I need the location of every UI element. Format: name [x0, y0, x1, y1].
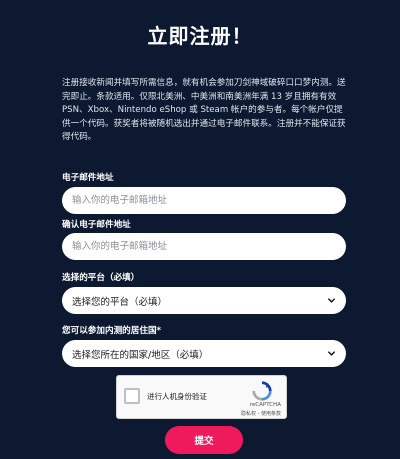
email-field[interactable] [62, 187, 346, 214]
platform-label: 选择的平台（必填） [62, 273, 140, 283]
recaptcha-links[interactable]: 隐私权 - 使用条款 [241, 410, 281, 417]
country-label: 您可以参加内测的居住国* [62, 326, 162, 336]
platform-select-value: 选择您的平台（必填） [72, 296, 168, 308]
email-label: 电子邮件地址 [62, 173, 114, 183]
page-title: 立即注册！ [147, 24, 253, 48]
platform-select[interactable]: 选择您的平台（必填） [62, 287, 346, 314]
confirm-email-label: 确认电子邮件地址 [62, 220, 131, 230]
signup-description: 注册接收新闻并填写所需信息，就有机会参加刀剑神域破碎口口梦内测。送完即止。条款适… [62, 78, 346, 142]
chevron-down-icon [328, 298, 335, 303]
submit-button[interactable]: 提交 [165, 426, 243, 454]
country-select[interactable]: 选择您所在的国家/地区（必填） [62, 340, 346, 367]
chevron-down-icon [328, 351, 335, 356]
recaptcha-text: 进行人机身份验证 [147, 392, 207, 401]
country-select-value: 选择您所在的国家/地区（必填） [72, 349, 209, 361]
recaptcha-brand: reCAPTCHA [249, 402, 281, 408]
recaptcha-checkbox[interactable] [124, 388, 140, 404]
recaptcha-logo-icon [252, 381, 272, 401]
confirm-email-field[interactable] [62, 233, 346, 260]
recaptcha-widget: 进行人机身份验证 reCAPTCHA 隐私权 - 使用条款 [116, 375, 287, 419]
